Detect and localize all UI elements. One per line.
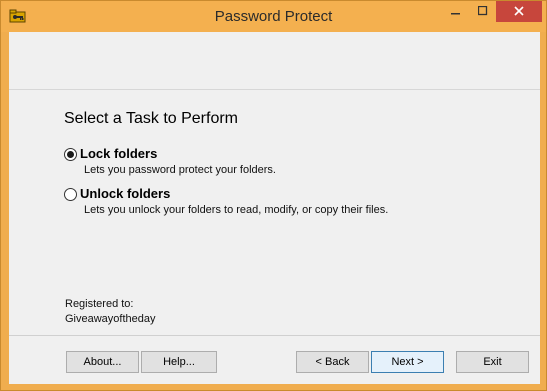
unlock-folders-radio[interactable] bbox=[64, 188, 77, 201]
client-area: Select a Task to Perform Lock folders Le… bbox=[9, 32, 540, 384]
wizard-body: Select a Task to Perform Lock folders Le… bbox=[9, 91, 540, 354]
back-button[interactable]: < Back bbox=[296, 351, 369, 373]
registered-to-label: Registered to: bbox=[65, 298, 134, 310]
exit-button[interactable]: Exit bbox=[456, 351, 529, 373]
lock-folders-label[interactable]: Lock folders bbox=[80, 146, 157, 161]
maximize-button[interactable] bbox=[469, 1, 496, 22]
wizard-header bbox=[9, 32, 540, 90]
lock-folders-description: Lets you password protect your folders. bbox=[84, 164, 276, 176]
help-button[interactable]: Help... bbox=[141, 351, 217, 373]
next-button[interactable]: Next > bbox=[371, 351, 444, 373]
about-button[interactable]: About... bbox=[66, 351, 139, 373]
maximize-icon bbox=[477, 3, 488, 21]
page-heading: Select a Task to Perform bbox=[64, 110, 238, 127]
close-button[interactable] bbox=[496, 1, 542, 22]
minimize-icon bbox=[450, 3, 461, 21]
registered-name: Giveawayoftheday bbox=[65, 313, 156, 325]
footer-divider bbox=[9, 335, 540, 336]
minimize-button[interactable] bbox=[442, 1, 469, 22]
title-bar[interactable]: Password Protect bbox=[1, 1, 546, 32]
app-window: Password Protect Select a Task to Perfor… bbox=[0, 0, 547, 391]
unlock-folders-label[interactable]: Unlock folders bbox=[80, 186, 170, 201]
unlock-folders-description: Lets you unlock your folders to read, mo… bbox=[84, 204, 389, 216]
lock-folders-radio[interactable] bbox=[64, 148, 77, 161]
close-icon bbox=[514, 3, 524, 21]
